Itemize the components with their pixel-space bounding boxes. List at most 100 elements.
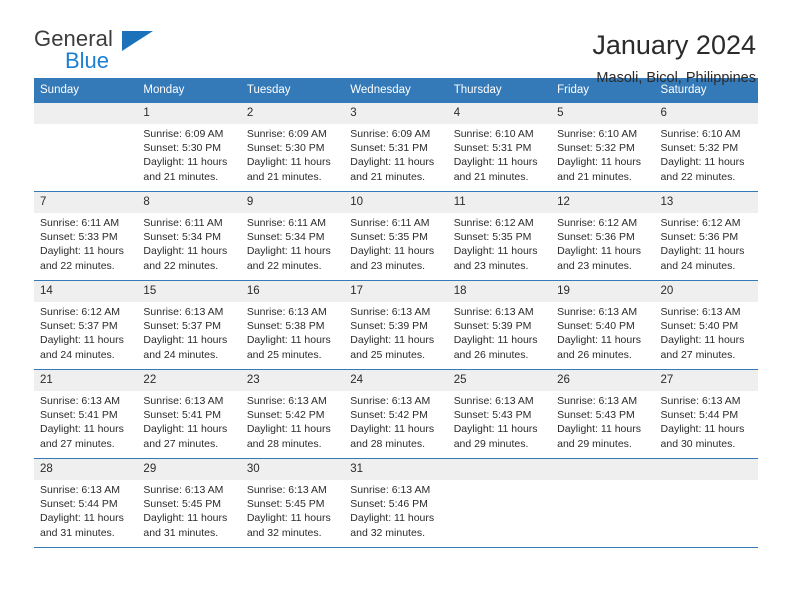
day-cell-inner: 21 Sunrise: 6:13 AM Sunset: 5:41 PM Dayligh… (34, 370, 138, 458)
sunset-text: Sunset: 5:38 PM (246, 320, 325, 333)
daylight-text-line1: Daylight: 11 hours (246, 245, 331, 258)
calendar-day-cell-empty (34, 103, 138, 192)
calendar-day-cell-empty (551, 458, 655, 548)
day-cell-inner (34, 103, 138, 191)
calendar-day-cell[interactable]: 3 Sunrise: 6:09 AM Sunset: 5:31 PM Daylight… (344, 103, 448, 192)
daylight-text-line1: Daylight: 11 hours (453, 156, 538, 169)
daylight-text-line1: Daylight: 11 hours (143, 334, 228, 347)
calendar-day-cell[interactable]: 31 Sunrise: 6:13 AM Sunset: 5:46 PM Dayligh… (344, 458, 448, 548)
calendar-day-cell[interactable]: 7 Sunrise: 6:11 AM Sunset: 5:33 PM Daylight… (34, 191, 138, 281)
day-cell-inner: 3 Sunrise: 6:09 AM Sunset: 5:31 PM Daylight… (344, 103, 448, 191)
calendar-day-cell[interactable]: 28 Sunrise: 6:13 AM Sunset: 5:44 PM Dayligh… (34, 458, 138, 548)
sunrise-text: Sunrise: 6:10 AM (453, 128, 534, 140)
day-number: 16 (240, 281, 345, 302)
daylight-text-line1: Daylight: 11 hours (40, 334, 124, 347)
daylight-text-line1: Daylight: 11 hours (660, 156, 745, 169)
calendar-table: Sunday Monday Tuesday Wednesday Thursday… (34, 78, 758, 548)
calendar-week-row: 28 Sunrise: 6:13 AM Sunset: 5:44 PM Dayligh… (34, 458, 758, 548)
day-number: 18 (447, 281, 552, 302)
day-cell-inner: 15 Sunrise: 6:13 AM Sunset: 5:37 PM Dayligh… (137, 281, 241, 369)
calendar-day-cell[interactable]: 9 Sunrise: 6:11 AM Sunset: 5:34 PM Daylight… (240, 191, 345, 281)
day-cell-inner: 2 Sunrise: 6:09 AM Sunset: 5:30 PM Daylight… (240, 103, 345, 191)
day-details: Sunrise: 6:10 AM Sunset: 5:31 PM Daylight:… (448, 124, 551, 184)
sunrise-text: Sunrise: 6:13 AM (40, 395, 120, 407)
sunrise-text: Sunrise: 6:13 AM (143, 395, 224, 407)
calendar-day-cell[interactable]: 21 Sunrise: 6:13 AM Sunset: 5:41 PM Dayligh… (34, 369, 138, 459)
daylight-text-line2: and 29 minutes. (453, 437, 529, 450)
sunset-text: Sunset: 5:37 PM (40, 320, 118, 333)
daylight-text-line1: Daylight: 11 hours (660, 334, 745, 347)
daylight-text-line2: and 24 minutes. (143, 348, 219, 361)
calendar-day-cell[interactable]: 5 Sunrise: 6:10 AM Sunset: 5:32 PM Daylight… (551, 103, 655, 192)
calendar-day-cell[interactable]: 17 Sunrise: 6:13 AM Sunset: 5:39 PM Dayligh… (344, 280, 448, 370)
day-number (447, 459, 552, 480)
daylight-text-line1: Daylight: 11 hours (246, 423, 331, 436)
sunrise-text: Sunrise: 6:13 AM (453, 306, 534, 318)
calendar-day-cell[interactable]: 22 Sunrise: 6:13 AM Sunset: 5:41 PM Dayligh… (137, 369, 241, 459)
sunrise-text: Sunrise: 6:13 AM (557, 306, 638, 318)
calendar-day-cell[interactable]: 16 Sunrise: 6:13 AM Sunset: 5:38 PM Dayligh… (240, 280, 345, 370)
daylight-text-line2: and 32 minutes. (246, 526, 322, 539)
calendar-week-row: 1 Sunrise: 6:09 AM Sunset: 5:30 PM Daylight… (34, 103, 758, 192)
day-number: 25 (447, 370, 552, 391)
day-details: Sunrise: 6:13 AM Sunset: 5:37 PM Daylight:… (137, 302, 240, 362)
day-cell-inner: 28 Sunrise: 6:13 AM Sunset: 5:44 PM Dayligh… (34, 459, 138, 547)
calendar-day-cell[interactable]: 12 Sunrise: 6:12 AM Sunset: 5:36 PM Dayligh… (551, 191, 655, 281)
calendar-day-cell[interactable]: 18 Sunrise: 6:13 AM Sunset: 5:39 PM Dayligh… (447, 280, 552, 370)
daylight-text-line1: Daylight: 11 hours (350, 334, 435, 347)
sunset-text: Sunset: 5:30 PM (246, 142, 325, 155)
calendar-day-cell[interactable]: 27 Sunrise: 6:13 AM Sunset: 5:44 PM Dayligh… (654, 369, 758, 459)
calendar-day-cell[interactable]: 1 Sunrise: 6:09 AM Sunset: 5:30 PM Daylight… (137, 103, 241, 192)
calendar-day-cell[interactable]: 23 Sunrise: 6:13 AM Sunset: 5:42 PM Dayligh… (240, 369, 345, 459)
calendar-day-cell[interactable]: 10 Sunrise: 6:11 AM Sunset: 5:35 PM Dayligh… (344, 191, 448, 281)
calendar-day-cell[interactable]: 30 Sunrise: 6:13 AM Sunset: 5:45 PM Dayligh… (240, 458, 345, 548)
sunrise-text: Sunrise: 6:11 AM (143, 217, 223, 229)
calendar-day-cell[interactable]: 24 Sunrise: 6:13 AM Sunset: 5:42 PM Dayligh… (344, 369, 448, 459)
daylight-text-line2: and 21 minutes. (143, 170, 219, 183)
calendar-day-cell[interactable]: 19 Sunrise: 6:13 AM Sunset: 5:40 PM Dayligh… (551, 280, 655, 370)
sunset-text: Sunset: 5:41 PM (143, 409, 222, 422)
calendar-day-cell[interactable]: 11 Sunrise: 6:12 AM Sunset: 5:35 PM Dayligh… (447, 191, 552, 281)
daylight-text-line1: Daylight: 11 hours (660, 423, 745, 436)
daylight-text-line1: Daylight: 11 hours (557, 334, 641, 347)
calendar-day-cell[interactable]: 20 Sunrise: 6:13 AM Sunset: 5:40 PM Dayligh… (654, 280, 758, 370)
calendar-day-cell[interactable]: 26 Sunrise: 6:13 AM Sunset: 5:43 PM Dayligh… (551, 369, 655, 459)
sunrise-text: Sunrise: 6:12 AM (453, 217, 534, 229)
day-details: Sunrise: 6:10 AM Sunset: 5:32 PM Daylight:… (551, 124, 654, 184)
day-details: Sunrise: 6:13 AM Sunset: 5:45 PM Daylight:… (241, 480, 344, 540)
calendar-day-cell[interactable]: 13 Sunrise: 6:12 AM Sunset: 5:36 PM Dayligh… (654, 191, 758, 281)
weekday-header-tuesday: Tuesday (240, 78, 345, 103)
daylight-text-line2: and 23 minutes. (557, 259, 632, 272)
day-details: Sunrise: 6:11 AM Sunset: 5:34 PM Daylight:… (137, 213, 240, 273)
calendar-day-cell[interactable]: 15 Sunrise: 6:13 AM Sunset: 5:37 PM Dayligh… (137, 280, 241, 370)
day-cell-inner (551, 459, 655, 547)
day-details: Sunrise: 6:12 AM Sunset: 5:37 PM Daylight:… (34, 302, 137, 362)
calendar-day-cell[interactable]: 25 Sunrise: 6:13 AM Sunset: 5:43 PM Dayligh… (447, 369, 552, 459)
sunrise-text: Sunrise: 6:13 AM (660, 395, 741, 407)
day-cell-inner: 8 Sunrise: 6:11 AM Sunset: 5:34 PM Daylight… (137, 192, 241, 280)
calendar-day-cell[interactable]: 2 Sunrise: 6:09 AM Sunset: 5:30 PM Daylight… (240, 103, 345, 192)
day-details: Sunrise: 6:13 AM Sunset: 5:44 PM Daylight:… (34, 480, 137, 540)
sunrise-text: Sunrise: 6:13 AM (557, 395, 638, 407)
day-cell-inner: 16 Sunrise: 6:13 AM Sunset: 5:38 PM Dayligh… (240, 281, 345, 369)
calendar-day-cell[interactable]: 8 Sunrise: 6:11 AM Sunset: 5:34 PM Daylight… (137, 191, 241, 281)
day-details: Sunrise: 6:11 AM Sunset: 5:35 PM Daylight:… (344, 213, 447, 273)
sunrise-text: Sunrise: 6:13 AM (453, 395, 534, 407)
sunset-text: Sunset: 5:43 PM (557, 409, 635, 422)
daylight-text-line2: and 23 minutes. (453, 259, 529, 272)
day-cell-inner: 11 Sunrise: 6:12 AM Sunset: 5:35 PM Dayligh… (447, 192, 552, 280)
calendar-day-cell[interactable]: 4 Sunrise: 6:10 AM Sunset: 5:31 PM Daylight… (447, 103, 552, 192)
calendar-day-cell[interactable]: 29 Sunrise: 6:13 AM Sunset: 5:45 PM Dayligh… (137, 458, 241, 548)
sunrise-text: Sunrise: 6:10 AM (660, 128, 741, 140)
calendar-day-cell[interactable]: 14 Sunrise: 6:12 AM Sunset: 5:37 PM Dayligh… (34, 280, 138, 370)
day-cell-inner: 17 Sunrise: 6:13 AM Sunset: 5:39 PM Dayligh… (344, 281, 448, 369)
sunrise-text: Sunrise: 6:13 AM (143, 306, 224, 318)
daylight-text-line1: Daylight: 11 hours (143, 423, 228, 436)
day-number: 24 (344, 370, 448, 391)
daylight-text-line1: Daylight: 11 hours (557, 156, 641, 169)
sunrise-text: Sunrise: 6:13 AM (246, 306, 327, 318)
day-details: Sunrise: 6:13 AM Sunset: 5:42 PM Daylight:… (344, 391, 447, 451)
calendar-day-cell[interactable]: 6 Sunrise: 6:10 AM Sunset: 5:32 PM Daylight… (654, 103, 758, 192)
daylight-text-line2: and 23 minutes. (350, 259, 425, 272)
daylight-text-line2: and 25 minutes. (246, 348, 322, 361)
